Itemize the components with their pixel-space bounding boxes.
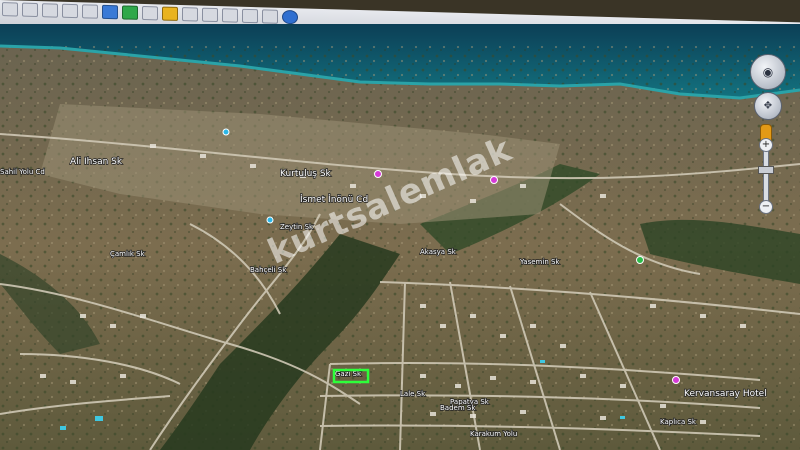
path-icon[interactable]	[82, 4, 98, 19]
poi-pin-icon[interactable]	[672, 376, 680, 384]
hand-tool-icon[interactable]	[22, 2, 38, 18]
map-label: Kervansaray Hotel	[684, 389, 767, 399]
map-label: Çamlık Sk	[110, 250, 146, 258]
move-control[interactable]: ✥	[754, 92, 782, 120]
map-label: Karakum Yolu	[470, 430, 517, 438]
zoom-out-button[interactable]: −	[759, 200, 773, 214]
satellite-map-view[interactable]: Ali Ihsan Sk Kurtuluş Sk İsmet İnönü Cd …	[0, 24, 800, 450]
select-tool-icon[interactable]	[2, 2, 18, 17]
save-image-icon[interactable]	[262, 9, 278, 24]
map-label: Badem Sk	[440, 404, 476, 412]
poi-pin-icon[interactable]	[636, 256, 644, 264]
look-control[interactable]: ◉	[750, 54, 786, 90]
overlay-icon[interactable]	[102, 4, 118, 20]
print-icon[interactable]	[242, 8, 258, 24]
map-label: Ali Ihsan Sk	[70, 157, 123, 167]
view-in-maps-icon[interactable]	[282, 9, 298, 25]
placemark-icon[interactable]	[42, 3, 58, 18]
toolbar-icons	[2, 2, 298, 25]
hand-icon: ✥	[763, 100, 773, 112]
history-icon[interactable]	[142, 5, 158, 21]
eye-icon: ◉	[762, 65, 774, 79]
map-label: Kurtuluş Sk	[280, 169, 332, 179]
poi-pin-icon[interactable]	[266, 216, 274, 224]
zoom-in-button[interactable]: +	[759, 138, 773, 152]
planets-icon[interactable]	[182, 7, 198, 22]
email-icon[interactable]	[222, 8, 238, 23]
map-label: Lale Sk	[400, 390, 426, 398]
zoom-slider-thumb[interactable]	[758, 166, 774, 174]
poi-pin-icon[interactable]	[222, 128, 230, 136]
polygon-icon[interactable]	[62, 3, 78, 19]
map-label: Kaplıca Sk	[660, 418, 697, 426]
map-label: Yasemin Sk	[519, 258, 560, 266]
poi-pin-icon[interactable]	[374, 170, 382, 178]
map-label: Sahil Yolu Cd	[0, 168, 45, 176]
sun-icon[interactable]	[162, 6, 178, 21]
tour-icon[interactable]	[122, 5, 138, 20]
map-label: Akasya Sk	[420, 248, 457, 256]
ruler-icon[interactable]	[202, 7, 218, 23]
